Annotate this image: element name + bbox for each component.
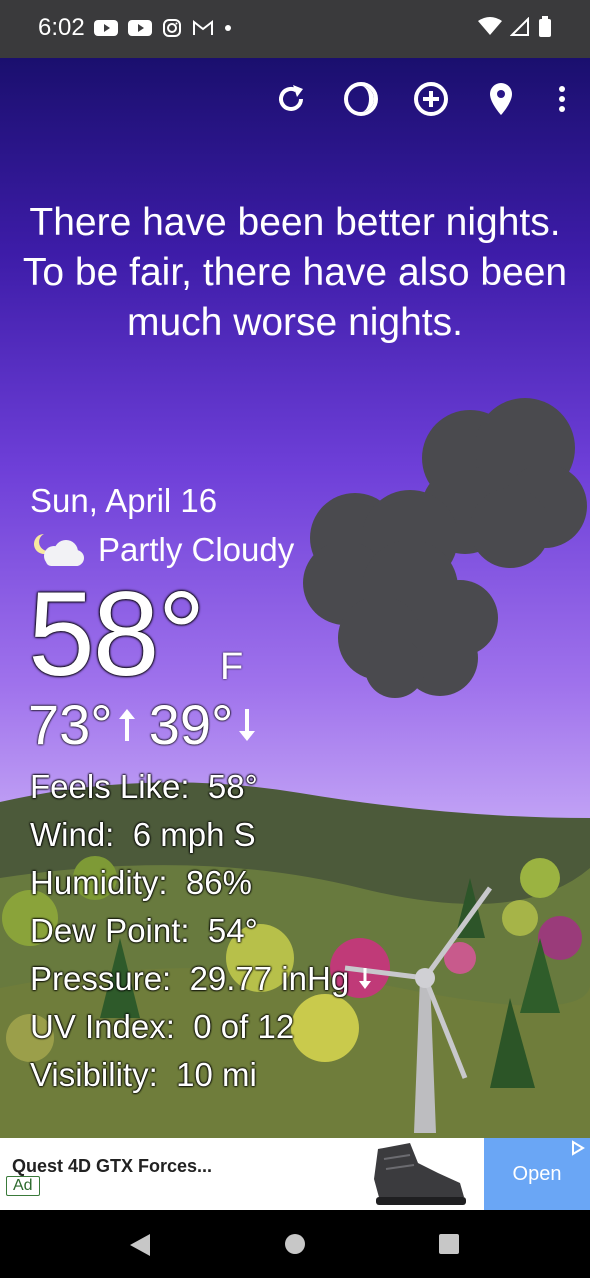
condition-row: Partly Cloudy: [30, 530, 294, 570]
uv-index-row: UV Index: 0 of 12: [30, 1008, 295, 1045]
status-bar: 6:02: [0, 0, 590, 58]
refresh-button[interactable]: [272, 76, 310, 122]
status-time: 6:02: [38, 14, 85, 41]
signal-icon: [510, 17, 529, 36]
high-temperature: 73°: [28, 693, 113, 756]
pressure-row: Pressure: 29.77 inHg: [30, 960, 372, 998]
boot-image: [374, 1143, 466, 1205]
feels-like-row: Feels Like: 58°: [30, 768, 258, 805]
battery-icon: [539, 16, 551, 37]
notification-icons: [94, 18, 232, 38]
add-location-icon: [414, 82, 448, 116]
youtube-icon: [128, 20, 152, 36]
cloud-illustration: [303, 398, 587, 698]
arrow-down-icon: [239, 708, 256, 741]
system-icons: [478, 16, 552, 38]
moon-phase-button[interactable]: [342, 76, 380, 122]
instagram-icon: [163, 19, 181, 37]
low-temperature: 39°: [148, 693, 234, 756]
add-location-button[interactable]: [412, 76, 450, 122]
adchoices-icon[interactable]: [569, 1140, 587, 1156]
weather-message: There have been better nights. To be fai…: [22, 201, 568, 344]
more-options-button[interactable]: [552, 76, 572, 122]
visibility-row: Visibility: 10 mi: [30, 1056, 257, 1093]
recents-icon[interactable]: [438, 1233, 460, 1255]
arrow-up-icon: [118, 708, 135, 741]
temperature-unit: F: [220, 646, 244, 688]
date-label: Sun, April 16: [30, 482, 218, 519]
moon-phase-icon: [344, 82, 378, 116]
high-low-row: 73° 39°: [28, 692, 257, 757]
dew-point-row: Dew Point: 54°: [30, 912, 258, 949]
location-button[interactable]: [482, 76, 520, 122]
more-options-icon: [559, 86, 565, 112]
wifi-icon: [478, 17, 502, 35]
youtube-icon: [94, 20, 118, 36]
current-temperature: 58°: [28, 567, 205, 701]
toolbar: [272, 76, 572, 122]
home-icon[interactable]: [283, 1232, 307, 1256]
humidity-row: Humidity: 86%: [30, 864, 252, 901]
gmail-icon: [193, 19, 213, 35]
back-icon[interactable]: [128, 1232, 152, 1258]
partly-cloudy-night-icon: [34, 534, 84, 566]
navigation-bar: [0, 1210, 590, 1278]
refresh-icon: [279, 85, 303, 111]
condition-label: Partly Cloudy: [98, 531, 295, 568]
ad-banner[interactable]: Quest 4D GTX Forces... Ad Open: [0, 1138, 590, 1210]
ad-title: Quest 4D GTX Forces...: [12, 1156, 213, 1176]
pressure-falling-icon: [359, 968, 372, 989]
dot-icon: [225, 25, 231, 31]
ad-badge: Ad: [6, 1176, 40, 1196]
wind-row: Wind: 6 mph S: [30, 816, 256, 853]
weather-scene: There have been better nights. To be fai…: [0, 58, 590, 1138]
location-pin-icon: [490, 83, 512, 115]
